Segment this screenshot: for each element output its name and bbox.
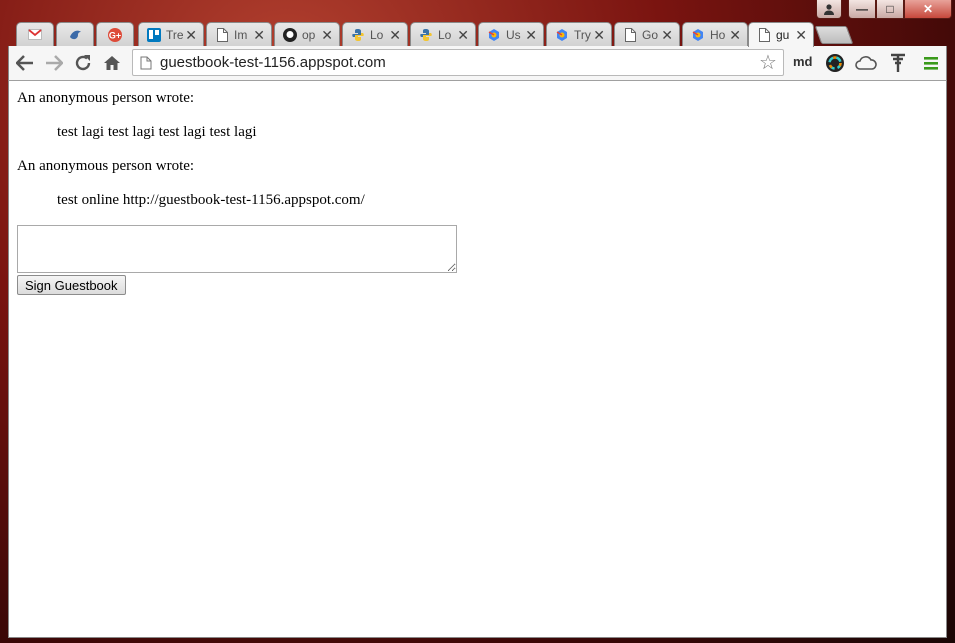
page-icon <box>623 27 637 42</box>
maximize-button[interactable]: □ <box>876 0 904 19</box>
github-icon <box>283 27 297 42</box>
svg-text:G+: G+ <box>109 30 121 40</box>
entry-content: test lagi test lagi test lagi test lagi <box>57 124 257 140</box>
tab-title: Lo <box>438 27 452 42</box>
close-tab-icon[interactable]: ✕ <box>661 28 673 42</box>
close-tab-icon[interactable]: ✕ <box>729 28 741 42</box>
color-extension-button[interactable] <box>823 51 847 75</box>
home-button[interactable] <box>100 51 124 75</box>
browser-tab[interactable]: Lo ✕ <box>410 22 476 46</box>
hamburger-menu-icon <box>924 57 938 70</box>
gmail-icon <box>28 28 42 42</box>
chrome-menu-button[interactable] <box>919 51 943 75</box>
tab-title: op <box>302 27 316 42</box>
tab-title: Ho <box>710 27 726 42</box>
tab-title: Go <box>642 27 659 42</box>
browser-tab[interactable]: Im ✕ <box>206 22 272 46</box>
close-tab-icon[interactable]: ✕ <box>525 28 537 42</box>
python-icon <box>351 28 365 42</box>
extension-md-button[interactable]: md <box>793 54 813 69</box>
reload-icon <box>75 55 91 71</box>
trello-icon <box>147 27 161 42</box>
browser-tab[interactable]: Tre ✕ <box>138 22 204 46</box>
google-plus-icon: G+ <box>108 27 122 42</box>
new-tab-button[interactable] <box>814 26 854 44</box>
close-tab-icon[interactable]: ✕ <box>185 28 197 42</box>
python-icon <box>419 28 433 42</box>
antenna-icon <box>891 53 905 72</box>
cloud-icon <box>855 56 877 70</box>
close-tab-icon[interactable]: ✕ <box>593 28 605 42</box>
bird-icon <box>68 28 82 42</box>
person-icon <box>816 0 842 19</box>
bookmark-star-icon[interactable]: ☆ <box>757 50 779 75</box>
window-controls: — □ ✕ <box>848 0 952 20</box>
home-icon <box>104 56 120 70</box>
address-bar[interactable]: guestbook-test-1156.appspot.com ☆ <box>132 49 784 76</box>
tab-title: Lo <box>370 27 384 42</box>
page-icon <box>215 27 229 42</box>
browser-toolbar: guestbook-test-1156.appspot.com ☆ md <box>8 46 947 81</box>
close-tab-icon[interactable]: ✕ <box>389 28 401 42</box>
cloud-extension-button[interactable] <box>854 51 878 75</box>
tab-active[interactable]: gu ✕ <box>748 22 814 47</box>
browser-tab[interactable]: Lo ✕ <box>342 22 408 46</box>
entry-author: An anonymous person wrote: <box>17 90 195 106</box>
browser-tab[interactable]: Ho ✕ <box>682 22 748 46</box>
reload-button[interactable] <box>71 51 95 75</box>
tab-title: Try <box>574 27 591 42</box>
browser-tab[interactable]: op ✕ <box>274 22 340 46</box>
page-icon <box>757 28 771 42</box>
browser-tab[interactable] <box>16 22 54 46</box>
close-window-button[interactable]: ✕ <box>904 0 952 19</box>
minimize-button[interactable]: — <box>848 0 876 19</box>
profile-button[interactable] <box>816 0 842 19</box>
close-tab-icon[interactable]: ✕ <box>321 28 333 42</box>
back-arrow-icon <box>16 55 33 71</box>
entry-content: test online http://guestbook-test-1156.a… <box>57 192 365 208</box>
close-tab-icon[interactable]: ✕ <box>457 28 469 42</box>
tab-title: Tre <box>166 27 184 42</box>
page-content: An anonymous person wrote: test lagi tes… <box>8 81 947 638</box>
forward-arrow-icon <box>46 55 63 71</box>
browser-tab[interactable]: G+ <box>96 22 134 46</box>
forward-button[interactable] <box>42 51 66 75</box>
close-tab-icon[interactable]: ✕ <box>795 28 807 42</box>
browser-tab[interactable]: Try ✕ <box>546 22 612 46</box>
minimize-icon: — <box>856 2 868 16</box>
tab-title: gu <box>776 28 790 42</box>
tab-title: Us <box>506 27 521 42</box>
maximize-icon: □ <box>886 2 894 16</box>
page-icon <box>140 56 152 69</box>
antenna-extension-button[interactable] <box>886 51 910 75</box>
address-text: guestbook-test-1156.appspot.com <box>160 54 386 71</box>
tab-strip: G+ Tre ✕ Im ✕ op ✕ Lo ✕ Lo ✕ Us ✕ Try ✕ Go ✕ Ho ✕ gu ✕ <box>0 18 955 47</box>
browser-tab[interactable]: Us ✕ <box>478 22 544 46</box>
close-tab-icon[interactable]: ✕ <box>253 28 265 42</box>
appengine-icon <box>487 28 501 42</box>
browser-tab[interactable]: Go ✕ <box>614 22 680 46</box>
guestbook-textarea[interactable] <box>17 225 457 273</box>
browser-tab[interactable] <box>56 22 94 46</box>
sign-guestbook-button[interactable]: Sign Guestbook <box>17 275 126 295</box>
color-wheel-icon <box>826 54 844 72</box>
close-icon: ✕ <box>922 2 934 16</box>
appengine-icon <box>691 28 705 42</box>
appengine-icon <box>555 28 569 42</box>
entry-author: An anonymous person wrote: <box>17 158 195 174</box>
back-button[interactable] <box>13 51 37 75</box>
tab-title: Im <box>234 27 248 42</box>
